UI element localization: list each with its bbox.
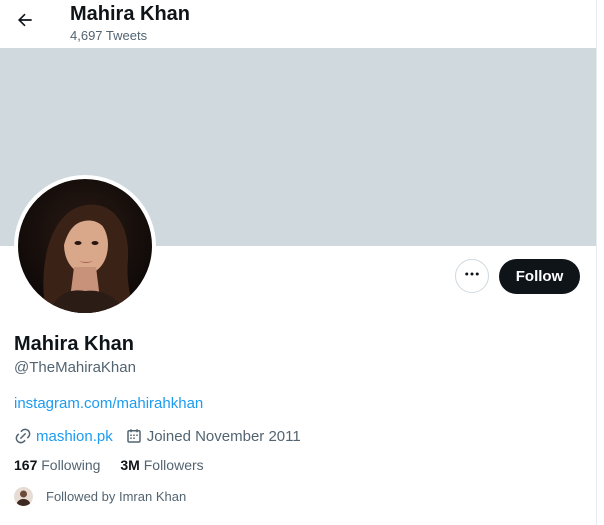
bio-link[interactable]: instagram.com/mahirahkhan — [14, 395, 203, 413]
column-border — [596, 0, 597, 525]
following-stat[interactable]: 167 Following — [14, 457, 100, 473]
followed-by-text: Followed by Imran Khan — [46, 489, 187, 504]
arrow-left-icon — [15, 10, 35, 35]
more-options-icon — [463, 265, 481, 288]
follow-button[interactable]: Follow — [499, 259, 580, 294]
followers-count: 3M — [120, 457, 140, 473]
profile-handle: @TheMahiraKhan — [14, 359, 136, 376]
profile-header: Mahira Khan 4,697 Tweets — [0, 0, 596, 47]
back-button[interactable] — [8, 5, 42, 39]
profile-meta: mashion.pk Joined November 2011 — [14, 426, 313, 446]
following-label: Following — [41, 457, 101, 473]
more-options-button[interactable] — [455, 259, 489, 293]
followers-stat[interactable]: 3M Followers — [120, 457, 203, 473]
profile-name: Mahira Khan — [14, 333, 135, 355]
website-link[interactable]: mashion.pk — [36, 428, 113, 445]
profile-avatar[interactable] — [14, 175, 156, 317]
website-item: mashion.pk — [14, 427, 113, 445]
joined-item: Joined November 2011 — [125, 427, 301, 445]
profile-page: Mahira Khan 4,697 Tweets Follow Mahira K… — [0, 0, 596, 525]
followed-by[interactable]: Followed by Imran Khan — [14, 487, 186, 506]
header-title: Mahira Khan — [70, 3, 191, 25]
following-count: 167 — [14, 457, 38, 473]
calendar-icon — [125, 427, 143, 445]
follow-stats: 167 Following 3M Followers — [14, 457, 224, 473]
tweet-count: 4,697 Tweets — [70, 28, 148, 43]
follower-avatar — [14, 487, 33, 506]
followers-label: Followers — [143, 457, 204, 473]
link-icon — [14, 427, 32, 445]
joined-date: Joined November 2011 — [146, 427, 301, 445]
